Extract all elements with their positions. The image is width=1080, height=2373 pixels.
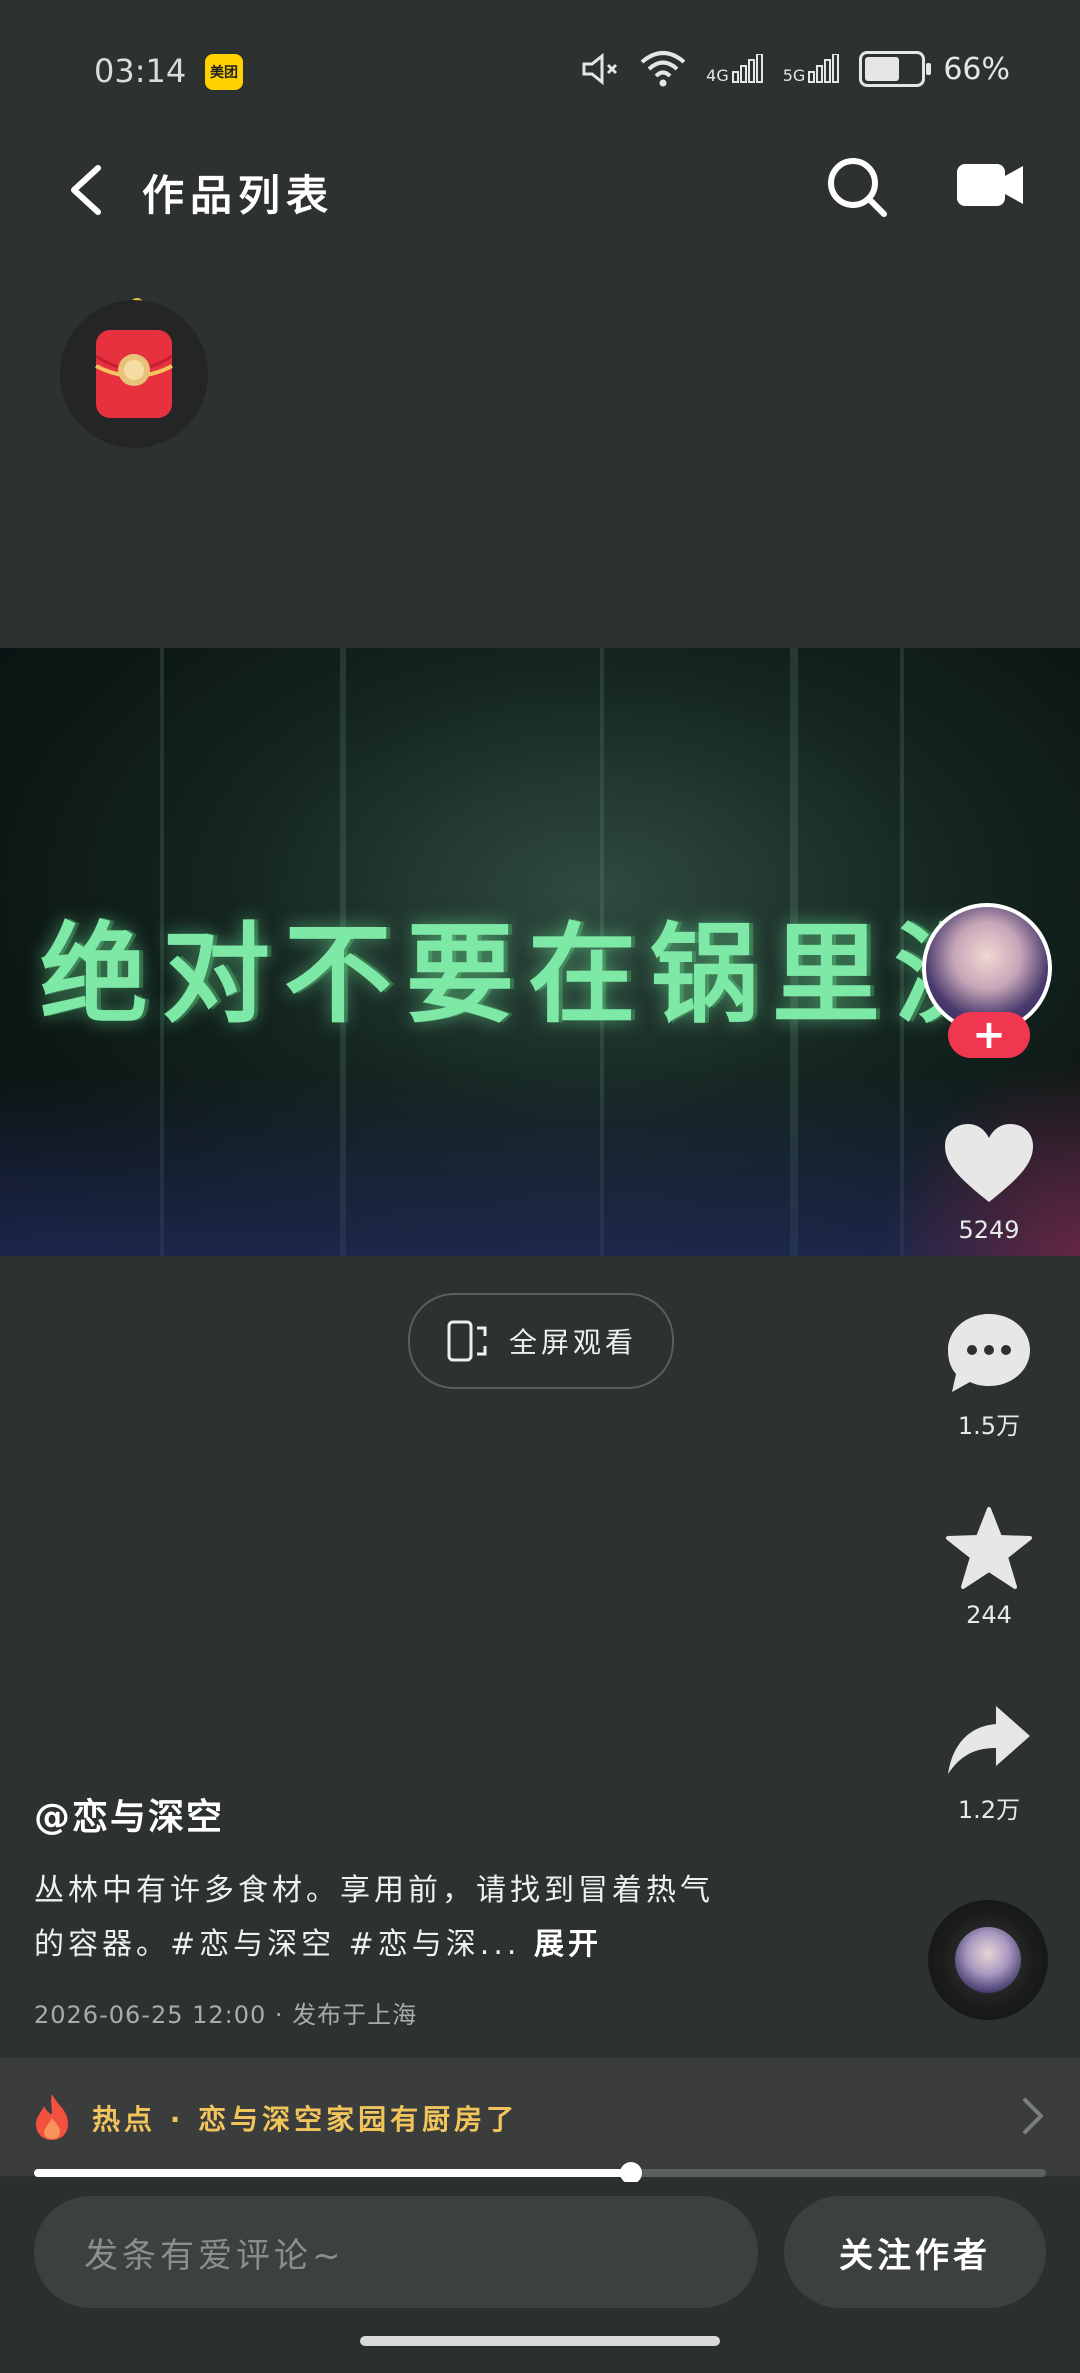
follow-author-button[interactable]: 关注作者 xyxy=(784,2196,1046,2308)
wifi-icon xyxy=(640,51,686,87)
hot-topic-bar[interactable]: 热点 · 恋与深空家园有厨房了 xyxy=(0,2058,1080,2176)
top-bar: 作品列表 xyxy=(0,140,1080,230)
video-caption-text: 绝对不要在锅里洗 xyxy=(40,913,1017,1038)
playback-progress-fill xyxy=(34,2169,632,2177)
back-icon[interactable] xyxy=(58,160,118,220)
signal-4g-label: 4G xyxy=(706,66,729,85)
description-text: 丛林中有许多食材。享用前，请找到冒着热气的容器。#恋与深空 #恋与深... xyxy=(34,1873,714,1962)
follow-plus-button[interactable]: + xyxy=(948,1012,1030,1058)
heart-icon xyxy=(945,1124,1033,1202)
like-action[interactable]: 5249 xyxy=(924,1120,1054,1244)
post-meta: 2026-06-25 12:00 · 发布于上海 xyxy=(34,2001,418,2029)
bottom-bar: 发条有爱评论~ 关注作者 xyxy=(0,2182,1080,2373)
video-player[interactable]: 绝对不要在锅里洗 xyxy=(0,648,1080,1256)
page: 03:14 美团 4G 5G 66% 作品列表 绝对不要在锅里洗 全屏观看 + … xyxy=(0,0,1080,2373)
star-icon xyxy=(946,1507,1032,1589)
chevron-right-icon xyxy=(1023,2098,1043,2134)
mute-icon xyxy=(582,52,618,86)
signal-5g-icon: 5G xyxy=(783,54,842,84)
comment-action[interactable]: 1.5万 xyxy=(924,1310,1054,1441)
post-description: 丛林中有许多食材。享用前，请找到冒着热气的容器。#恋与深空 #恋与深... 展开 xyxy=(34,1864,714,1972)
playback-progress-handle[interactable] xyxy=(620,2162,643,2184)
playback-progress-bar[interactable] xyxy=(34,2162,1046,2184)
music-disc-cover xyxy=(955,1927,1021,1993)
expand-link[interactable]: 展开 xyxy=(534,1927,602,1962)
comment-input[interactable]: 发条有爱评论~ xyxy=(34,2196,758,2308)
author-name[interactable]: @恋与深空 xyxy=(34,1788,224,1840)
hot-topic-text: 热点 · 恋与深空家园有厨房了 xyxy=(92,2103,519,2136)
comment-count: 1.5万 xyxy=(957,1412,1021,1440)
meituan-app-badge: 美团 xyxy=(205,54,243,90)
home-indicator[interactable] xyxy=(360,2336,720,2346)
status-icons: 4G 5G 66% xyxy=(580,50,1010,88)
fullscreen-icon xyxy=(447,1320,487,1362)
signal-4g-icon: 4G xyxy=(706,54,765,84)
status-time: 03:14 xyxy=(94,52,187,90)
share-icon xyxy=(948,1706,1030,1774)
flame-icon xyxy=(36,2094,68,2140)
status-bar: 03:14 美团 4G 5G 66% xyxy=(0,0,1080,140)
favorite-action[interactable]: 244 xyxy=(924,1505,1054,1629)
battery-fill xyxy=(865,57,899,81)
share-count: 1.2万 xyxy=(957,1796,1021,1824)
comment-icon xyxy=(948,1314,1030,1392)
search-icon[interactable] xyxy=(824,154,890,220)
like-count: 5249 xyxy=(958,1216,1020,1244)
music-disc[interactable] xyxy=(928,1900,1048,2020)
fullscreen-button[interactable]: 全屏观看 xyxy=(408,1293,674,1389)
red-envelope-icon xyxy=(95,330,173,418)
battery-icon xyxy=(859,51,932,87)
fullscreen-label: 全屏观看 xyxy=(508,1326,637,1359)
favorite-count: 244 xyxy=(966,1601,1012,1629)
share-action[interactable]: 1.2万 xyxy=(924,1700,1054,1825)
camera-icon[interactable] xyxy=(955,160,1025,210)
page-title: 作品列表 xyxy=(142,171,335,220)
red-envelope-button[interactable] xyxy=(60,300,208,448)
signal-5g-label: 5G xyxy=(782,66,806,85)
battery-percent: 66% xyxy=(943,51,1010,87)
